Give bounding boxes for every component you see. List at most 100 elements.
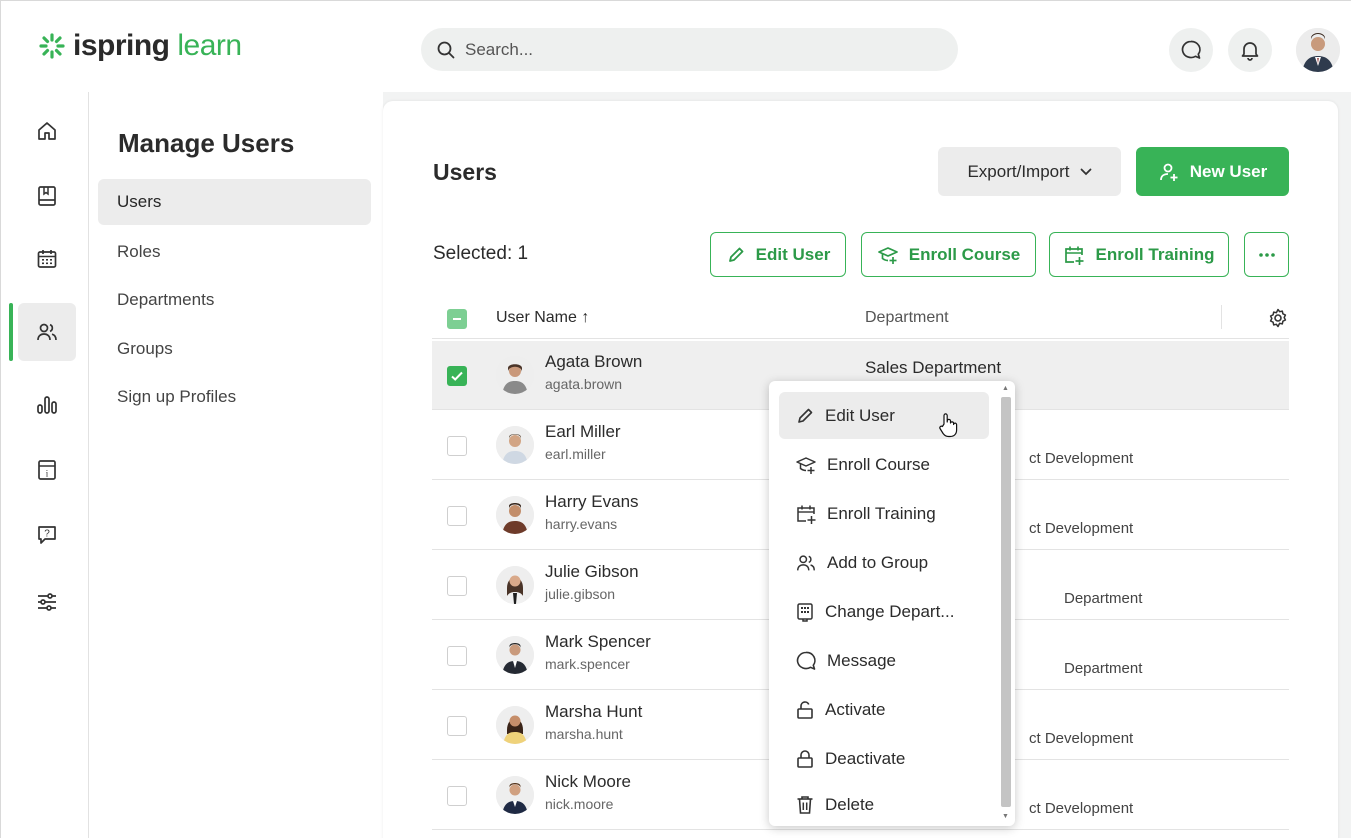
top-bar: ispring learn — [0, 0, 1351, 92]
user-department: Department — [1064, 660, 1143, 677]
rail-users[interactable] — [18, 303, 76, 361]
row-checkbox[interactable] — [447, 576, 467, 596]
avatar — [496, 776, 534, 814]
export-import-button[interactable]: Export/Import — [938, 147, 1121, 196]
menu-scrollbar[interactable] — [1001, 397, 1011, 807]
menu-item-enroll-training[interactable]: Enroll Training — [779, 490, 989, 537]
avatar — [496, 706, 534, 744]
notifications-button[interactable] — [1228, 28, 1272, 72]
svg-text:?: ? — [44, 529, 50, 540]
rail-info[interactable]: i — [18, 441, 76, 499]
enroll-course-button[interactable]: Enroll Course — [861, 232, 1036, 277]
menu-item-delete[interactable]: Delete — [779, 784, 989, 826]
more-actions-button[interactable] — [1244, 232, 1289, 277]
rail-courses[interactable] — [18, 167, 76, 225]
row-context-menu: Edit User Enroll Course Enroll Training … — [769, 381, 1015, 826]
rail-reports[interactable] — [18, 376, 76, 434]
avatar-photo-icon — [1296, 28, 1340, 72]
new-user-label: New User — [1189, 161, 1268, 181]
nav-item-departments[interactable]: Departments — [98, 277, 371, 323]
select-all-checkbox[interactable] — [447, 309, 467, 329]
message-icon — [1181, 40, 1201, 59]
rail-settings[interactable] — [18, 573, 76, 631]
menu-item-enroll-course[interactable]: Enroll Course — [779, 441, 989, 488]
enroll-training-button[interactable]: Enroll Training — [1049, 232, 1229, 277]
enroll-training-icon — [1065, 246, 1084, 265]
row-checkbox[interactable] — [447, 506, 467, 526]
user-avatar[interactable] — [1296, 28, 1340, 72]
scroll-down-arrow[interactable]: ▼ — [1002, 813, 1009, 820]
user-name[interactable]: Mark Spencer — [545, 632, 651, 652]
rail-calendar[interactable] — [18, 230, 76, 288]
page-title: Users — [433, 159, 497, 185]
rail-help[interactable]: ? — [18, 506, 76, 564]
menu-item-label: Add to Group — [827, 552, 929, 572]
message-icon — [796, 651, 816, 670]
avatar-photo-icon — [496, 776, 534, 814]
menu-item-label: Change Depart... — [825, 601, 955, 621]
row-checkbox[interactable] — [447, 436, 467, 456]
enroll-course-icon — [796, 456, 816, 474]
svg-text:i: i — [46, 469, 49, 479]
row-checkbox[interactable] — [447, 716, 467, 736]
selected-count: Selected: 1 — [433, 243, 529, 264]
column-department[interactable]: Department — [865, 309, 949, 327]
menu-item-deactivate[interactable]: Deactivate — [779, 735, 989, 782]
nav-item-groups[interactable]: Groups — [98, 326, 371, 372]
menu-item-add-to-group[interactable]: Add to Group — [779, 539, 989, 586]
row-checkbox[interactable] — [447, 366, 467, 386]
row-checkbox[interactable] — [447, 646, 467, 666]
column-settings-button[interactable] — [1267, 307, 1289, 334]
user-name[interactable]: Marsha Hunt — [545, 702, 642, 722]
search-input[interactable] — [465, 39, 925, 60]
new-user-button[interactable]: New User — [1136, 147, 1289, 196]
menu-item-label: Delete — [825, 795, 875, 814]
search-icon — [437, 41, 455, 58]
messages-button[interactable] — [1169, 28, 1213, 72]
rail-home[interactable] — [18, 102, 76, 160]
menu-item-label: Deactivate — [825, 748, 906, 768]
user-department: ct Development — [1029, 800, 1134, 817]
user-department: Sales Department — [865, 358, 1002, 377]
avatar-photo-icon — [496, 636, 534, 674]
unlock-icon — [797, 700, 813, 719]
menu-item-label: Enroll Training — [827, 503, 936, 523]
menu-item-message[interactable]: Message — [779, 637, 989, 684]
app-logo[interactable]: ispring learn — [39, 29, 242, 63]
export-import-label: Export/Import — [967, 161, 1070, 181]
menu-item-change-department[interactable]: Change Depart... — [779, 588, 989, 635]
avatar-photo-icon — [496, 426, 534, 464]
menu-item-activate[interactable]: Activate — [779, 686, 989, 733]
enroll-course-icon — [877, 246, 898, 264]
check-icon — [451, 371, 463, 381]
logo-text-light: learn — [177, 29, 242, 62]
user-login: mark.spencer — [545, 656, 630, 672]
column-user-name[interactable]: User Name ↑ — [496, 309, 589, 327]
nav-item-signup-profiles[interactable]: Sign up Profiles — [98, 374, 371, 420]
menu-item-label: Activate — [825, 699, 886, 719]
edit-user-button[interactable]: Edit User — [710, 232, 846, 277]
user-login: marsha.hunt — [545, 726, 623, 742]
logo-text-bold: ispring — [73, 29, 170, 62]
nav-item-users[interactable]: Users — [98, 179, 371, 225]
row-checkbox[interactable] — [447, 786, 467, 806]
users-icon — [797, 554, 815, 570]
help-icon: ? — [38, 526, 56, 544]
avatar-photo-icon — [496, 356, 534, 394]
sort-arrow-icon: ↑ — [581, 309, 590, 326]
user-name[interactable]: Harry Evans — [545, 492, 639, 512]
enroll-course-label: Enroll Course — [908, 244, 1021, 264]
lock-icon — [797, 749, 813, 768]
user-name[interactable]: Agata Brown — [545, 352, 642, 372]
scroll-up-arrow[interactable]: ▲ — [1002, 385, 1009, 392]
user-name[interactable]: Earl Miller — [545, 422, 621, 442]
home-icon — [38, 122, 56, 140]
nav-item-roles[interactable]: Roles — [98, 229, 371, 275]
minus-icon — [453, 318, 461, 320]
user-name[interactable]: Julie Gibson — [545, 562, 639, 582]
user-name[interactable]: Nick Moore — [545, 772, 631, 792]
pencil-icon — [798, 408, 813, 423]
search-box[interactable] — [421, 28, 958, 71]
add-user-icon — [1159, 163, 1178, 181]
book-icon — [38, 186, 56, 206]
